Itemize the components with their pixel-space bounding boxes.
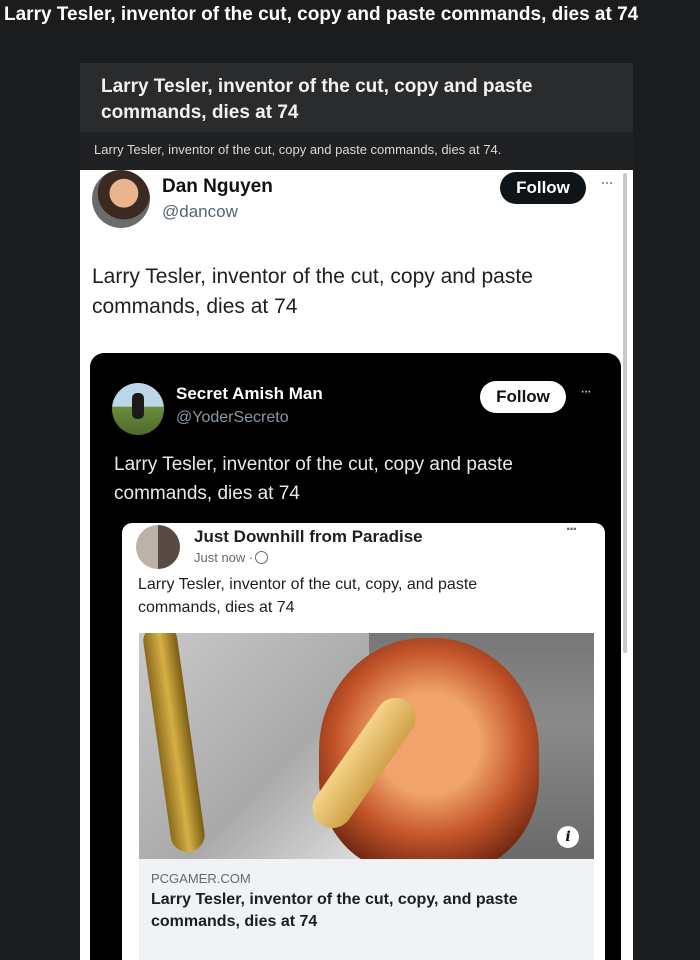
- tweet-outer-name[interactable]: Dan Nguyen: [162, 176, 273, 198]
- tweet-outer: Dan Nguyen @dancow Follow ··· Larry Tesl…: [80, 170, 633, 960]
- more-icon[interactable]: ···: [566, 523, 578, 539]
- post-title[interactable]: Larry Tesler, inventor of the cut, copy …: [4, 2, 698, 28]
- follow-button-outer[interactable]: Follow: [500, 172, 586, 204]
- globe-icon: [255, 551, 269, 564]
- scrollbar[interactable]: [623, 173, 627, 653]
- link-title: Larry Tesler, inventor of the cut, copy,…: [151, 891, 518, 930]
- info-icon[interactable]: i: [557, 826, 579, 848]
- tweet-outer-handle[interactable]: @dancow: [162, 202, 238, 222]
- fb-post-name[interactable]: Just Downhill from Paradise: [194, 527, 423, 547]
- fb-post-time-text: Just now ·: [194, 550, 254, 565]
- avatar-dan-nguyen[interactable]: [92, 170, 150, 228]
- fb-post-text: Larry Tesler, inventor of the cut, copy,…: [138, 576, 478, 616]
- tweet-outer-text: Larry Tesler, inventor of the cut, copy …: [92, 265, 533, 318]
- tweet-inner-text: Larry Tesler, inventor of the cut, copy …: [114, 454, 513, 504]
- header-card-title: Larry Tesler, inventor of the cut, copy …: [101, 76, 533, 123]
- fb-post-time: Just now ·: [194, 550, 269, 565]
- header-card-subtitle: Larry Tesler, inventor of the cut, copy …: [94, 142, 502, 157]
- link-domain: PCGAMER.COM: [151, 871, 251, 886]
- more-icon[interactable]: ···: [580, 383, 592, 401]
- tweet-inner-name[interactable]: Secret Amish Man: [176, 384, 323, 404]
- link-preview[interactable]: PCGAMER.COM Larry Tesler, inventor of th…: [139, 859, 594, 960]
- screenshot-frame: Larry Tesler, inventor of the cut, copy …: [80, 63, 633, 960]
- link-preview-image[interactable]: i: [139, 633, 594, 859]
- header-card-subtitle-bar: Larry Tesler, inventor of the cut, copy …: [80, 132, 633, 170]
- facebook-post-card: Just Downhill from Paradise Just now · ·…: [122, 523, 605, 960]
- avatar-secret-amish-man[interactable]: [112, 383, 164, 435]
- tweet-inner: Secret Amish Man @YoderSecreto Follow ··…: [90, 353, 621, 960]
- more-icon[interactable]: ···: [600, 172, 614, 193]
- header-card[interactable]: Larry Tesler, inventor of the cut, copy …: [80, 63, 633, 170]
- avatar-just-downhill[interactable]: [136, 525, 180, 569]
- follow-button-inner[interactable]: Follow: [480, 381, 566, 413]
- tweet-inner-handle[interactable]: @YoderSecreto: [176, 409, 289, 427]
